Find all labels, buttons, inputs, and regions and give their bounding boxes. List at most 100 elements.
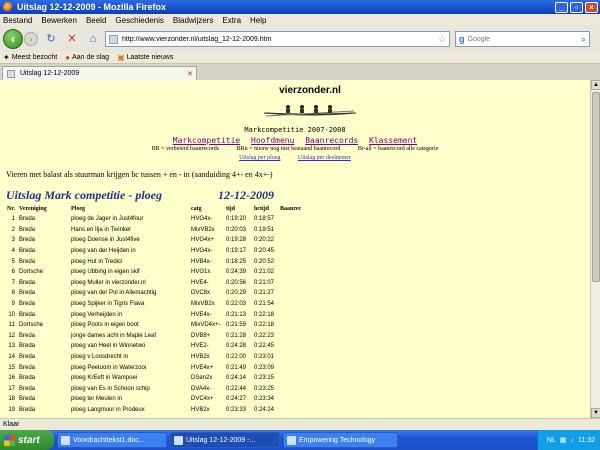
bookmark-laatste-nieuws[interactable]: ▣ Laatste nieuws xyxy=(117,53,173,62)
results-table: Nr. Vereniging Ploeg catg tijd hctijd Ba… xyxy=(4,204,308,415)
window-title: Uitslag 12-12-2009 - Mozilla Firefox xyxy=(17,2,167,12)
col-ploeg: Ploeg xyxy=(71,206,85,212)
menu-bladwijzers[interactable]: Bladwijzers xyxy=(173,16,213,25)
forward-button[interactable]: › xyxy=(24,32,38,46)
table-cell: HVB4x- xyxy=(191,258,212,265)
search-input[interactable] xyxy=(467,35,581,43)
maximize-button[interactable]: ▫ xyxy=(570,1,583,13)
table-cell: ploeg van der Heijden in xyxy=(71,248,136,255)
table-cell xyxy=(278,405,308,416)
link-hoofdmenu[interactable]: Hoofdmenu xyxy=(251,136,294,145)
table-row: 19 Breda ploeg Langmuur in Prodeux HVB2x 0:2… xyxy=(4,405,308,416)
reload-icon[interactable]: ↻ xyxy=(43,31,59,47)
scroll-thumb[interactable] xyxy=(592,92,600,282)
page-subtitle: Markcompetitie 2007-2008 xyxy=(244,126,346,134)
table-cell: ploeg Peetoom in Waterzooi xyxy=(71,364,147,371)
table-cell: 3 xyxy=(11,237,15,244)
col-baanrec: Baanrec xyxy=(280,206,302,212)
table-cell: ploeg Langmuur in Prodeux xyxy=(71,406,145,413)
table-row: 12 Breda jonge dames acht in Maple Leaf DVB… xyxy=(4,331,308,342)
table-row: 14 Breda ploeg v Loosdrecht in HVB2x 0:22:00… xyxy=(4,352,308,363)
url-input[interactable] xyxy=(122,35,438,43)
stop-icon[interactable]: ✕ xyxy=(64,31,80,47)
page-content: vierzonder.nl Markcompetitie 2007-2008 M… xyxy=(0,80,590,418)
link-markcompetitie[interactable]: Markcompetitie xyxy=(173,136,240,145)
search-box[interactable]: g ⌕ xyxy=(455,31,590,47)
table-row: 6 Dortsche ploeg Ubbing in eigen skif HVG1x… xyxy=(4,267,308,278)
table-cell: Breda xyxy=(19,396,36,403)
table-cell: 0:23:34 xyxy=(254,396,275,403)
tab-uitslag[interactable]: Uitslag 12-12-2009 ✕ xyxy=(2,66,197,80)
menu-geschiedenis[interactable]: Geschiedenis xyxy=(115,16,163,25)
start-button[interactable]: start xyxy=(0,430,54,450)
back-button[interactable]: ‹ xyxy=(3,29,23,49)
menu-beeld[interactable]: Beeld xyxy=(86,16,106,25)
table-row: 7 Breda ploeg Muller in vierzonder.nl HVE4-… xyxy=(4,278,308,289)
table-cell: 15 xyxy=(8,364,15,371)
status-bar: Klaar xyxy=(0,418,600,430)
table-cell xyxy=(278,352,308,363)
table-header-row: Nr. Vereniging Ploeg catg tijd hctijd Ba… xyxy=(4,204,308,214)
table-cell: Breda xyxy=(19,279,36,286)
table-cell xyxy=(278,267,308,278)
tab-close-icon[interactable]: ✕ xyxy=(187,70,193,78)
scroll-up-button[interactable]: ▲ xyxy=(591,80,600,90)
language-indicator[interactable]: NL xyxy=(547,437,556,444)
bookmark-star-icon[interactable]: ☆ xyxy=(438,34,446,45)
table-cell: 0:19:17 xyxy=(226,248,247,255)
site-logo[interactable]: vierzonder.nl xyxy=(255,85,365,120)
close-button[interactable]: × xyxy=(585,1,598,13)
clock: 11:32 xyxy=(578,436,595,444)
bookmark-meest-bezocht[interactable]: ✦ Meest bezocht xyxy=(3,53,57,62)
table-cell: 0:22:18 xyxy=(254,322,275,329)
network-icon[interactable]: ▦ xyxy=(560,436,567,444)
table-cell: 0:24:24 xyxy=(254,406,275,413)
table-cell: Breda xyxy=(19,248,36,255)
link-klassement[interactable]: Klassement xyxy=(369,136,417,145)
page-heading: Uitslag Mark competitie - ploeg xyxy=(6,188,162,202)
taskbar-item-firefox[interactable]: Uitslag 12-12-2009 -... xyxy=(170,432,280,448)
navigation-toolbar: ‹ › ↻ ✕ ⌂ ☆ g ⌕ xyxy=(0,26,600,52)
table-cell xyxy=(278,246,308,257)
table-cell: DVB8+ xyxy=(191,332,211,339)
taskbar-item-empowering[interactable]: Empowering Technology xyxy=(283,432,398,448)
table-cell: 2 xyxy=(11,226,15,233)
menu-bestand[interactable]: Bestand xyxy=(3,16,32,25)
vertical-scrollbar[interactable]: ▲ ▼ xyxy=(590,80,600,418)
table-cell: Breda xyxy=(19,226,36,233)
table-cell: HVG1x xyxy=(191,269,211,276)
link-uitslag-per-ploeg[interactable]: Uitslag per ploeg xyxy=(239,155,280,161)
table-cell: ploeg van Heel in Winnetwo xyxy=(71,343,146,350)
table-cell: DVA4x- xyxy=(191,385,212,392)
home-icon[interactable]: ⌂ xyxy=(85,31,101,47)
table-cell: 6 xyxy=(11,269,15,276)
menu-bewerken[interactable]: Bewerken xyxy=(41,16,77,25)
link-uitslag-per-deelnemer[interactable]: Uitslag per deelnemer xyxy=(298,155,351,161)
scroll-down-button[interactable]: ▼ xyxy=(591,408,600,418)
table-cell: ploeg Hut in Tredici xyxy=(71,258,123,265)
result-links: Uitslag per ploeg Uitslag per deelnemer xyxy=(0,155,590,161)
table-row: 9 Breda ploeg Spijker in Tigris Flava MixVB… xyxy=(4,299,308,310)
volume-icon[interactable]: ♪ xyxy=(571,437,575,444)
window-titlebar[interactable]: Uitslag 12-12-2009 - Mozilla Firefox _ ▫… xyxy=(0,0,600,14)
table-cell: 0:19:28 xyxy=(226,237,247,244)
minimize-button[interactable]: _ xyxy=(555,1,568,13)
table-cell: 0:21:07 xyxy=(254,279,275,286)
menu-help[interactable]: Help xyxy=(250,16,266,25)
col-hctijd: hctijd xyxy=(254,206,269,212)
table-cell: 0:22:44 xyxy=(226,385,247,392)
search-icon[interactable]: ⌕ xyxy=(581,34,586,45)
link-baanrecords[interactable]: Baanrecords xyxy=(305,136,358,145)
table-cell xyxy=(278,309,308,320)
table-cell: Breda xyxy=(19,237,36,244)
table-cell: 0:20:52 xyxy=(254,258,275,265)
url-bar[interactable]: ☆ xyxy=(105,31,450,47)
table-cell: jonge dames acht in Maple Leaf xyxy=(71,332,157,339)
table-cell: 0:21:27 xyxy=(254,290,275,297)
firefox-icon xyxy=(3,2,13,12)
google-icon: g xyxy=(459,34,465,44)
table-row: 5 Breda ploeg Hut in Tredici HVB4x- 0:18:25 0… xyxy=(4,256,308,267)
taskbar-item-word[interactable]: Voordrachttekst1.doc... xyxy=(57,432,167,448)
menu-extra[interactable]: Extra xyxy=(222,16,241,25)
bookmark-aan-de-slag[interactable]: ● Aan de slag xyxy=(65,53,109,62)
